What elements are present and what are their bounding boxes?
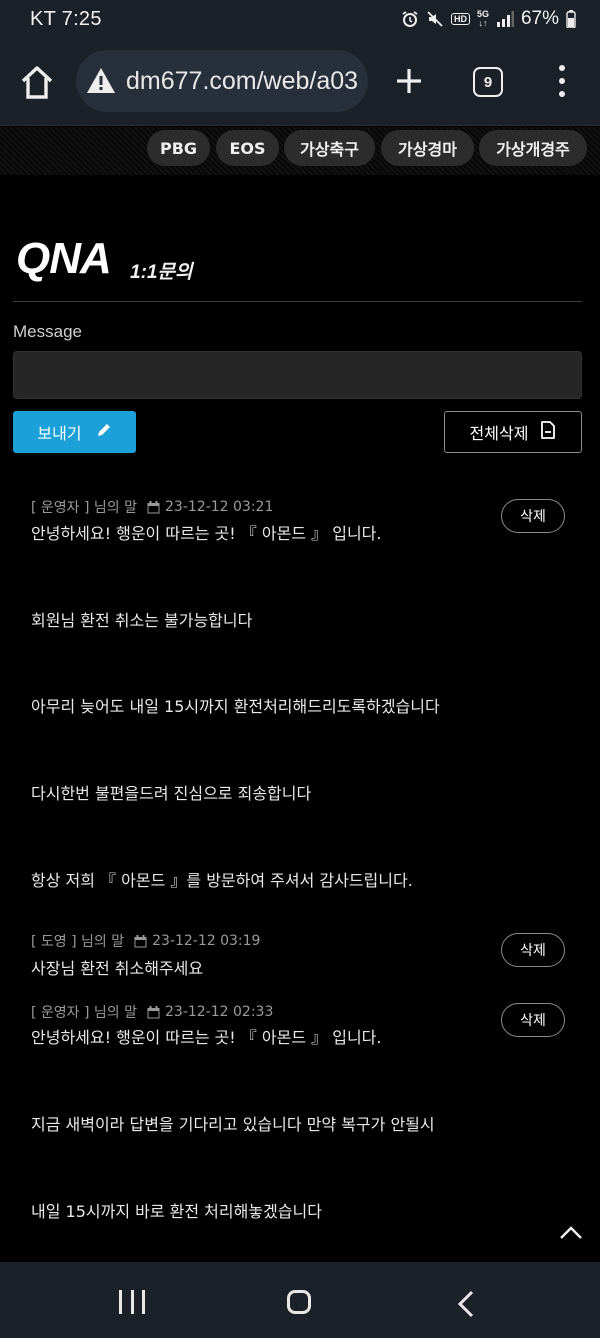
scroll-top-icon[interactable] [558,1222,584,1244]
delete-all-label: 전체삭제 [469,424,529,443]
message-line: 안녕하세요! 행운이 따르는 곳! 『 아몬드 』 입니다. [31,524,382,543]
calendar-icon [134,934,147,948]
category-virtual-dog-racing[interactable]: 가상개경주 [479,130,587,166]
message-meta: [ 운영자 ] 님의 말 23-12-12 02:33 [31,1002,273,1022]
message-author: [ 도영 ] 님의 말 [31,934,125,950]
message-label: Message [13,322,82,341]
home-icon[interactable] [18,64,56,100]
carrier-time: KT 7:25 [30,7,102,30]
category-virtual-horse-racing[interactable]: 가상경마 [381,130,474,166]
message-line: 회원님 환전 취소는 불가능합니다 [31,611,253,630]
category-eos[interactable]: EOS [216,130,279,166]
alarm-icon [401,10,419,28]
address-bar[interactable]: dm677.com/web/a03 [76,50,368,112]
plus-icon[interactable] [394,66,424,96]
battery-icon [566,10,576,28]
calendar-icon [147,1005,160,1019]
mute-icon [426,10,444,28]
delete-button[interactable]: 삭제 [501,933,565,967]
message-line: 사장님 환전 취소해주세요 [31,959,204,978]
delete-button[interactable]: 삭제 [501,499,565,533]
page-subtitle: 1:1문의 [130,262,193,283]
message-line: 안녕하세요! 행운이 따르는 곳! 『 아몬드 』 입니다. [31,1028,382,1047]
signal-icon [496,11,514,27]
delete-all-button[interactable]: 전체삭제 [444,411,582,453]
message-meta: [ 운영자 ] 님의 말 23-12-12 03:21 [31,497,273,517]
message-date: 23-12-12 03:19 [152,933,261,949]
battery-percent: 67% [520,8,559,29]
delete-button[interactable]: 삭제 [501,1003,565,1037]
message-date: 23-12-12 03:21 [165,499,274,515]
back-icon[interactable] [456,1290,476,1318]
home-button-icon[interactable] [287,1290,311,1314]
message-date: 23-12-12 02:33 [165,1004,274,1020]
tab-switcher-button[interactable]: 9 [473,67,503,97]
message-line: 지금 새벽이라 답변을 기다리고 있습니다 만약 복구가 안될시 [31,1115,435,1134]
send-label: 보내기 [37,424,82,443]
network-5g-icon: 5G ↓↑ [476,9,489,28]
hd-voice-icon: HD [450,13,470,25]
status-bar: KT 7:25 HD 5G ↓↑ 67% [0,0,600,38]
message-line: 다시한번 불편을드려 진심으로 죄송합니다 [31,784,312,803]
document-icon [540,421,556,443]
message-line: 항상 저희 『 아몬드 』를 방문하여 주셔서 감사드립니다. [31,871,413,890]
message-input[interactable] [13,351,582,399]
status-icons: HD 5G ↓↑ 67% [401,8,576,30]
divider [13,301,582,302]
category-nav: PBG EOS 가상축구 가상경마 가상개경주 [0,127,600,175]
send-button[interactable]: 보내기 [13,411,136,453]
message-meta: [ 도영 ] 님의 말 23-12-12 03:19 [31,931,260,951]
message-author: [ 운영자 ] 님의 말 [31,500,138,516]
message-line: 내일 15시까지 바로 환전 처리해놓겠습니다 [31,1202,322,1221]
recent-apps-icon[interactable] [119,1290,145,1314]
url-text[interactable]: dm677.com/web/a03 [126,67,358,96]
category-pbg[interactable]: PBG [147,130,210,166]
message-line: 아무리 늦어도 내일 15시까지 환전처리해드리도록하겠습니다 [31,697,440,716]
browser-toolbar: dm677.com/web/a03 9 [0,38,600,126]
page-title: QNA [16,234,112,283]
pencil-icon [96,422,112,442]
category-virtual-soccer[interactable]: 가상축구 [284,130,375,166]
calendar-icon [147,500,160,514]
message-author: [ 운영자 ] 님의 말 [31,1005,138,1021]
warning-icon[interactable] [86,66,116,96]
more-vert-icon[interactable] [555,65,569,97]
system-navigation-bar [0,1262,600,1338]
